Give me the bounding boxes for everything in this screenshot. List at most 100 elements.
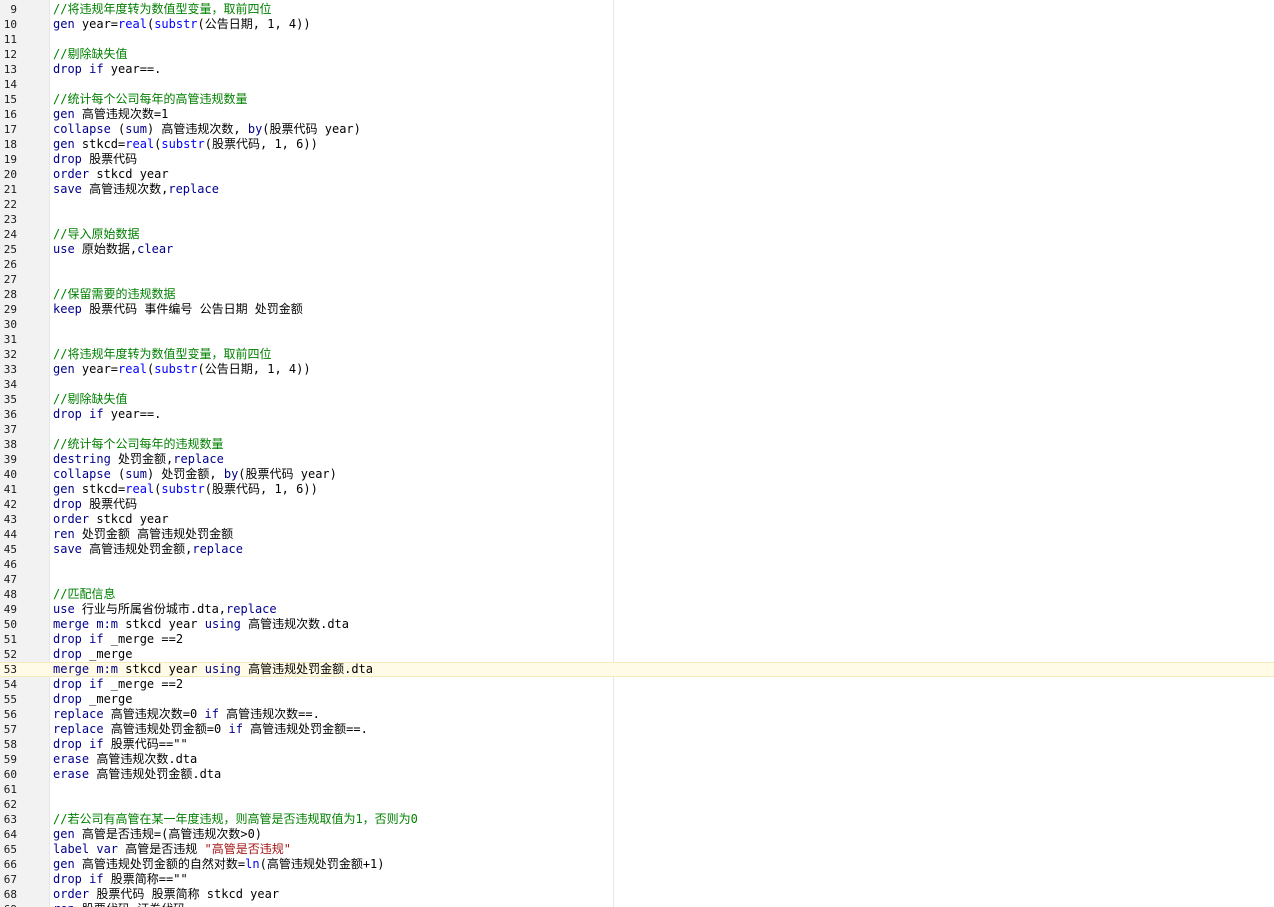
code-line[interactable]: 36 drop if year==. bbox=[0, 407, 1274, 422]
code-line[interactable]: 67 drop if 股票简称=="" bbox=[0, 872, 1274, 887]
code-line[interactable]: 21 save 高管违规次数,replace bbox=[0, 182, 1274, 197]
line-code[interactable]: gen 高管违规处罚金额的自然对数=ln(高管违规处罚金额+1) bbox=[53, 857, 385, 872]
line-code[interactable]: merge m:m stkcd year using 高管违规处罚金额.dta bbox=[53, 663, 373, 676]
line-code[interactable]: collapse (sum) 高管违规次数, by(股票代码 year) bbox=[53, 122, 361, 137]
code-line[interactable]: 32 //将违规年度转为数值型变量，取前四位 bbox=[0, 347, 1274, 362]
code-line[interactable]: 41 gen stkcd=real(substr(股票代码, 1, 6)) bbox=[0, 482, 1274, 497]
line-code[interactable]: collapse (sum) 处罚金额, by(股票代码 year) bbox=[53, 467, 337, 482]
line-code[interactable]: order 股票代码 股票简称 stkcd year bbox=[53, 887, 279, 902]
line-code[interactable]: drop if year==. bbox=[53, 407, 161, 422]
code-line[interactable]: 11 bbox=[0, 32, 1274, 47]
line-code[interactable]: //匹配信息 bbox=[53, 587, 115, 602]
line-code[interactable]: gen 高管违规次数=1 bbox=[53, 107, 168, 122]
code-line[interactable]: 10 gen year=real(substr(公告日期, 1, 4)) bbox=[0, 17, 1274, 32]
code-line[interactable]: 14 bbox=[0, 77, 1274, 92]
code-line[interactable]: 61 bbox=[0, 782, 1274, 797]
code-line[interactable]: 23 bbox=[0, 212, 1274, 227]
code-line[interactable]: 29 keep 股票代码 事件编号 公告日期 处罚金额 bbox=[0, 302, 1274, 317]
line-code[interactable]: ren 处罚金额 高管违规处罚金额 bbox=[53, 527, 233, 542]
line-code[interactable]: //统计每个公司每年的违规数量 bbox=[53, 437, 223, 452]
line-code[interactable]: drop if 股票代码=="" bbox=[53, 737, 188, 752]
code-line[interactable]: 47 bbox=[0, 572, 1274, 587]
line-code[interactable]: replace 高管违规处罚金额=0 if 高管违规处罚金额==. bbox=[53, 722, 368, 737]
line-code[interactable]: merge m:m stkcd year using 高管违规次数.dta bbox=[53, 617, 349, 632]
line-code[interactable]: //导入原始数据 bbox=[53, 227, 139, 242]
line-code[interactable]: gen 高管是否违规=(高管违规次数>0) bbox=[53, 827, 262, 842]
line-code[interactable]: erase 高管违规处罚金额.dta bbox=[53, 767, 221, 782]
code-line[interactable]: 60 erase 高管违规处罚金额.dta bbox=[0, 767, 1274, 782]
line-code[interactable]: //剔除缺失值 bbox=[53, 392, 127, 407]
code-line[interactable]: 33 gen year=real(substr(公告日期, 1, 4)) bbox=[0, 362, 1274, 377]
line-code[interactable]: use 原始数据,clear bbox=[53, 242, 173, 257]
code-line[interactable]: 30 bbox=[0, 317, 1274, 332]
code-line[interactable]: 46 bbox=[0, 557, 1274, 572]
code-line[interactable]: 15 //统计每个公司每年的高管违规数量 bbox=[0, 92, 1274, 107]
line-code[interactable]: drop if _merge ==2 bbox=[53, 632, 183, 647]
code-line[interactable]: 34 bbox=[0, 377, 1274, 392]
line-code[interactable]: destring 处罚金额,replace bbox=[53, 452, 224, 467]
line-code[interactable]: order stkcd year bbox=[53, 167, 169, 182]
line-code[interactable]: keep 股票代码 事件编号 公告日期 处罚金额 bbox=[53, 302, 303, 317]
line-code[interactable]: gen stkcd=real(substr(股票代码, 1, 6)) bbox=[53, 137, 318, 152]
code-line[interactable]: 64 gen 高管是否违规=(高管违规次数>0) bbox=[0, 827, 1274, 842]
code-line[interactable]: 40 collapse (sum) 处罚金额, by(股票代码 year) bbox=[0, 467, 1274, 482]
code-line[interactable]: 31 bbox=[0, 332, 1274, 347]
code-editor[interactable]: 9//将违规年度转为数值型变量，取前四位 10 gen year=real(subs… bbox=[0, 0, 1274, 907]
code-line[interactable]: 39 destring 处罚金额,replace bbox=[0, 452, 1274, 467]
code-line[interactable]: 35 //剔除缺失值 bbox=[0, 392, 1274, 407]
code-line[interactable]: 20 order stkcd year bbox=[0, 167, 1274, 182]
line-code[interactable]: save 高管违规次数,replace bbox=[53, 182, 219, 197]
line-code[interactable]: //统计每个公司每年的高管违规数量 bbox=[53, 92, 247, 107]
code-line[interactable]: 57 replace 高管违规处罚金额=0 if 高管违规处罚金额==. bbox=[0, 722, 1274, 737]
code-line[interactable]: 54 drop if _merge ==2 bbox=[0, 677, 1274, 692]
line-code[interactable]: drop if year==. bbox=[53, 62, 161, 77]
line-code[interactable]: gen year=real(substr(公告日期, 1, 4)) bbox=[53, 362, 311, 377]
code-line[interactable]: 37 bbox=[0, 422, 1274, 437]
code-line[interactable]: 9 //将违规年度转为数值型变量，取前四位 bbox=[0, 2, 1274, 17]
code-line[interactable]: 44 ren 处罚金额 高管违规处罚金额 bbox=[0, 527, 1274, 542]
code-line[interactable]: 56 replace 高管违规次数=0 if 高管违规次数==. bbox=[0, 707, 1274, 722]
code-line[interactable]: 50 merge m:m stkcd year using 高管违规次数.dta bbox=[0, 617, 1274, 632]
code-line[interactable]: 65 label var 高管是否违规 "高管是否违规" bbox=[0, 842, 1274, 857]
code-line[interactable]: 62 bbox=[0, 797, 1274, 812]
code-line[interactable]: 13 drop if year==. bbox=[0, 62, 1274, 77]
line-code[interactable]: use 行业与所属省份城市.dta,replace bbox=[53, 602, 277, 617]
code-line[interactable]: 59 erase 高管违规次数.dta bbox=[0, 752, 1274, 767]
code-line[interactable]: 18 gen stkcd=real(substr(股票代码, 1, 6)) bbox=[0, 137, 1274, 152]
code-line[interactable]: 19 drop 股票代码 bbox=[0, 152, 1274, 167]
code-line[interactable]: 68 order 股票代码 股票简称 stkcd year bbox=[0, 887, 1274, 902]
line-code[interactable]: erase 高管违规次数.dta bbox=[53, 752, 197, 767]
code-line[interactable]: 58 drop if 股票代码=="" bbox=[0, 737, 1274, 752]
code-line[interactable]: 12 //剔除缺失值 bbox=[0, 47, 1274, 62]
code-line[interactable]: 66 gen 高管违规处罚金额的自然对数=ln(高管违规处罚金额+1) bbox=[0, 857, 1274, 872]
line-code[interactable]: label var 高管是否违规 "高管是否违规" bbox=[53, 842, 291, 857]
code-line[interactable]: 24 //导入原始数据 bbox=[0, 227, 1274, 242]
code-line[interactable]: 38 //统计每个公司每年的违规数量 bbox=[0, 437, 1274, 452]
code-line[interactable]: 22 bbox=[0, 197, 1274, 212]
code-lines[interactable]: 9//将违规年度转为数值型变量，取前四位 10 gen year=real(subs… bbox=[0, 2, 1274, 907]
line-code[interactable]: gen stkcd=real(substr(股票代码, 1, 6)) bbox=[53, 482, 318, 497]
line-code[interactable]: drop 股票代码 bbox=[53, 152, 137, 167]
code-line[interactable]: 43 order stkcd year bbox=[0, 512, 1274, 527]
line-code[interactable]: drop if _merge ==2 bbox=[53, 677, 183, 692]
code-line[interactable]: 45 save 高管违规处罚金额,replace bbox=[0, 542, 1274, 557]
code-line[interactable]: 16 gen 高管违规次数=1 bbox=[0, 107, 1274, 122]
code-line[interactable]: 48 //匹配信息 bbox=[0, 587, 1274, 602]
line-code[interactable]: drop 股票代码 bbox=[53, 497, 137, 512]
code-line[interactable]: 49 use 行业与所属省份城市.dta,replace bbox=[0, 602, 1274, 617]
line-code[interactable]: order stkcd year bbox=[53, 512, 169, 527]
code-line[interactable]: 55 drop _merge bbox=[0, 692, 1274, 707]
line-code[interactable]: drop _merge bbox=[53, 692, 132, 707]
code-line[interactable]: 51 drop if _merge ==2 bbox=[0, 632, 1274, 647]
code-line[interactable]: 63 //若公司有高管在某一年度违规，则高管是否违规取值为1，否则为0 bbox=[0, 812, 1274, 827]
code-line[interactable]: 42 drop 股票代码 bbox=[0, 497, 1274, 512]
line-code[interactable]: save 高管违规处罚金额,replace bbox=[53, 542, 243, 557]
line-code[interactable]: drop _merge bbox=[53, 647, 132, 662]
code-line[interactable]: 17 collapse (sum) 高管违规次数, by(股票代码 year) bbox=[0, 122, 1274, 137]
code-line[interactable]: 28 //保留需要的违规数据 bbox=[0, 287, 1274, 302]
line-code[interactable]: //保留需要的违规数据 bbox=[53, 287, 175, 302]
code-line[interactable]: 25 use 原始数据,clear bbox=[0, 242, 1274, 257]
line-code[interactable]: //将违规年度转为数值型变量，取前四位 bbox=[53, 347, 271, 362]
code-line[interactable]: 53 merge m:m stkcd year using 高管违规处罚金额.dt… bbox=[0, 662, 1274, 677]
line-code[interactable]: //将违规年度转为数值型变量，取前四位 bbox=[53, 2, 271, 17]
